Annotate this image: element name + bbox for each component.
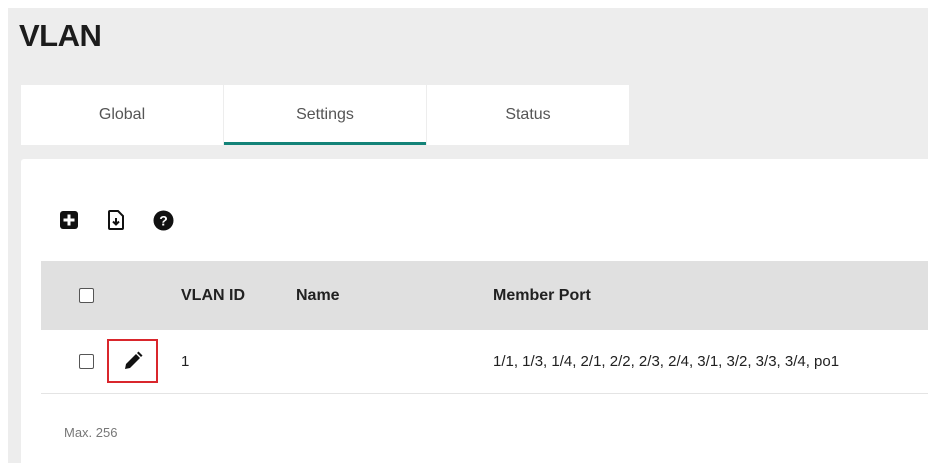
export-icon[interactable] [104, 208, 128, 232]
column-header-name[interactable]: Name [296, 261, 340, 330]
help-icon[interactable]: ? [151, 208, 175, 232]
tab-status-label: Status [505, 106, 551, 123]
row-checkbox[interactable] [79, 354, 94, 369]
row-select-cell [79, 330, 94, 393]
page-title: VLAN [19, 18, 102, 53]
select-all-checkbox[interactable] [79, 288, 94, 303]
pencil-icon [124, 351, 142, 369]
tab-settings[interactable]: Settings [224, 85, 426, 145]
table-header: VLAN ID Name Member Port [41, 261, 928, 330]
edit-button[interactable] [107, 339, 158, 383]
member-port-cell: 1/1, 1/3, 1/4, 2/1, 2/2, 2/3, 2/4, 3/1, … [493, 353, 840, 370]
table-row: 1 1/1, 1/3, 1/4, 2/1, 2/2, 2/3, 2/4, 3/1… [41, 330, 928, 394]
add-icon[interactable] [57, 208, 81, 232]
column-header-vlan-id[interactable]: VLAN ID [181, 261, 245, 330]
tab-settings-label: Settings [296, 106, 354, 123]
tab-global[interactable]: Global [21, 85, 223, 145]
select-all-cell [79, 261, 94, 330]
column-header-member-port[interactable]: Member Port [493, 261, 591, 330]
tab-status[interactable]: Status [427, 85, 629, 145]
tab-bar: Global Settings Status [21, 85, 630, 145]
max-entries-note: Max. 256 [64, 425, 118, 440]
toolbar: ? [57, 208, 198, 232]
tab-global-label: Global [98, 106, 146, 123]
vlan-id-cell: 1 [181, 353, 190, 370]
svg-text:?: ? [159, 212, 168, 228]
